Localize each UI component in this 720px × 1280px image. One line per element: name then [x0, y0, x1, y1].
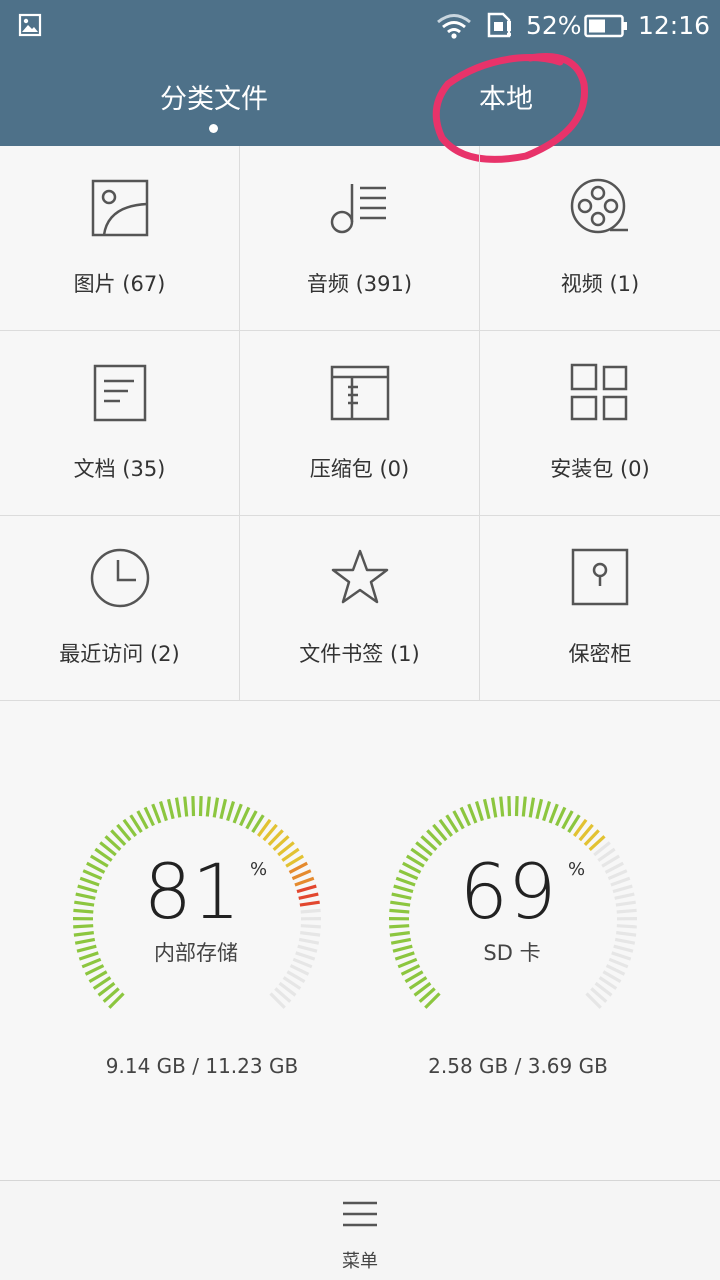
internal-storage-usage: 9.14 GB / 11.23 GB [105, 1054, 299, 1078]
gauge-tick-used [542, 801, 552, 822]
category-label: 压缩包 (0) [309, 457, 410, 481]
category-images[interactable]: 图片 (67) [0, 146, 240, 331]
category-recent[interactable]: 最近访问 (2) [0, 516, 240, 701]
category-documents[interactable]: 文档 (35) [0, 331, 240, 516]
document-icon [93, 364, 147, 422]
sd-card-gauge[interactable]: 69 % SD 卡 [388, 795, 648, 1055]
active-tab-indicator [209, 124, 218, 133]
gauge-tick-used [166, 798, 175, 820]
category-video[interactable]: 视频 (1) [480, 146, 720, 331]
category-label: 保密柜 [568, 642, 632, 666]
category-grid: 图片 (67) 音频 (391) 视频 (1) 文档 (35) 压缩包 (0) … [0, 146, 720, 701]
gauge-tick-used [73, 931, 94, 937]
app-grid-icon [570, 363, 628, 421]
gauge-tick-used [143, 806, 155, 827]
gauge-tick-used [174, 797, 182, 818]
gauge-tick-used [482, 798, 491, 820]
image-icon [91, 179, 149, 237]
percent-sign: % [250, 859, 268, 880]
gauge-tick-used [191, 796, 196, 817]
wifi-icon [437, 14, 471, 39]
gauge-tick-used [239, 806, 251, 827]
gauge-tick-used [514, 796, 519, 817]
category-apks[interactable]: 安装包 (0) [480, 331, 720, 516]
menu-icon [343, 1201, 377, 1227]
gauge-tick-used [183, 796, 189, 817]
gauge-tick-used [389, 931, 410, 937]
gauge-tick-used [528, 797, 536, 818]
gauge-tick-used [459, 806, 471, 827]
gauge-tick-used [474, 801, 484, 822]
gauge-tick-used [548, 803, 559, 824]
battery-percentage: 52% [526, 11, 582, 40]
menu-button[interactable]: 菜单 [310, 1189, 410, 1277]
category-label: 图片 (67) [73, 272, 166, 296]
gauge-tick-used [521, 796, 527, 817]
category-label: 视频 (1) [560, 272, 640, 296]
category-label: 文档 (35) [73, 457, 166, 481]
gauge-tick-used [198, 796, 203, 817]
clock-icon [90, 548, 150, 608]
gauge-tick-used [219, 798, 228, 820]
gauge-tick-used [226, 801, 236, 822]
category-label: 音频 (391) [306, 272, 413, 296]
sim-card-icon [487, 12, 511, 38]
star-icon [331, 549, 389, 604]
percent-sign: % [568, 859, 586, 880]
image-notification-icon [18, 13, 42, 37]
category-label: 最近访问 (2) [59, 642, 180, 666]
internal-storage-gauge[interactable]: 81 % 内部存储 [72, 795, 332, 1055]
film-reel-icon [570, 178, 628, 234]
gauge-tick-used [467, 803, 478, 824]
gauge-tick-used [158, 801, 168, 822]
battery-icon [584, 14, 627, 38]
clock-time: 12:16 [638, 11, 711, 40]
gauge-tick-used [507, 796, 512, 817]
gauge-tick-used [535, 798, 544, 820]
category-bookmarks[interactable]: 文件书签 (1) [240, 516, 480, 701]
gauge-tick-used [490, 797, 498, 818]
bottom-bar: 菜单 [0, 1180, 720, 1280]
category-label: 文件书签 (1) [299, 642, 420, 666]
storage-percent: 69 [459, 847, 557, 936]
gauge-tick-used [205, 796, 211, 817]
gauge-tick-used [499, 796, 505, 817]
gauge-tick-free [300, 931, 321, 937]
app-header: 52% 12:16 分类文件 本地 [0, 0, 720, 146]
category-audio[interactable]: 音频 (391) [240, 146, 480, 331]
gauge-tick-used [232, 803, 243, 824]
sd-card-usage: 2.58 GB / 3.69 GB [428, 1054, 608, 1078]
storage-name: 内部存储 [154, 941, 238, 965]
safe-icon [571, 548, 629, 606]
storage-name: SD 卡 [483, 941, 541, 965]
menu-label: 菜单 [342, 1251, 378, 1272]
gauge-tick-used [212, 797, 220, 818]
category-safe[interactable]: 保密柜 [480, 516, 720, 701]
category-archives[interactable]: 压缩包 (0) [240, 331, 480, 516]
gauge-tick-used [151, 803, 162, 824]
music-list-icon [330, 184, 386, 234]
gauge-tick-used [555, 806, 567, 827]
archive-icon [330, 365, 390, 421]
gauge-tick-free [616, 931, 637, 937]
tab-local[interactable]: 本地 [456, 80, 556, 120]
status-bar: 52% 12:16 [0, 0, 720, 52]
category-label: 安装包 (0) [550, 457, 650, 481]
storage-percent: 81 [143, 847, 241, 936]
tab-categories[interactable]: 分类文件 [140, 80, 288, 120]
